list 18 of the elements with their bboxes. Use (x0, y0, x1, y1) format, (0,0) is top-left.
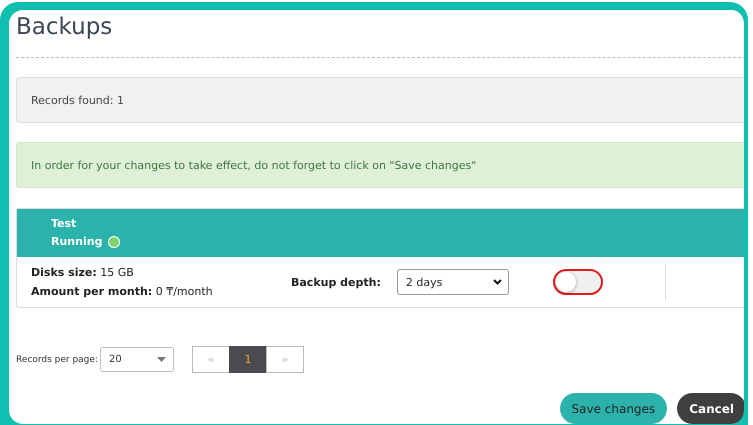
page-button[interactable]: 1 (228, 346, 267, 373)
toggle-switch[interactable] (553, 269, 603, 295)
record-status: Running (51, 235, 102, 248)
records-per-page-label: Records per page: (16, 354, 98, 364)
save-notice: In order for your changes to take effect, do not forget to click on "Save changes" (16, 142, 744, 188)
disks-size-text: Disks size: 15 GB (31, 266, 135, 279)
cancel-button[interactable]: Cancel (677, 393, 744, 424)
backup-depth-label: Backup depth: (291, 276, 381, 288)
caret-down-icon (156, 357, 166, 362)
records-found-text: Records found: 1 (16, 77, 744, 123)
save-button[interactable]: Save changes (560, 393, 668, 424)
records-per-page-select[interactable]: 20 (100, 347, 174, 372)
page-title: Backups (16, 13, 114, 42)
amount-per-month-text: Amount per month: 0 ₸/month (31, 285, 214, 298)
chevron-down-icon (492, 279, 502, 285)
record-name: Test (51, 217, 78, 230)
backup-depth-select[interactable]: 2 days (396, 269, 509, 295)
status-dot-icon (108, 236, 120, 248)
